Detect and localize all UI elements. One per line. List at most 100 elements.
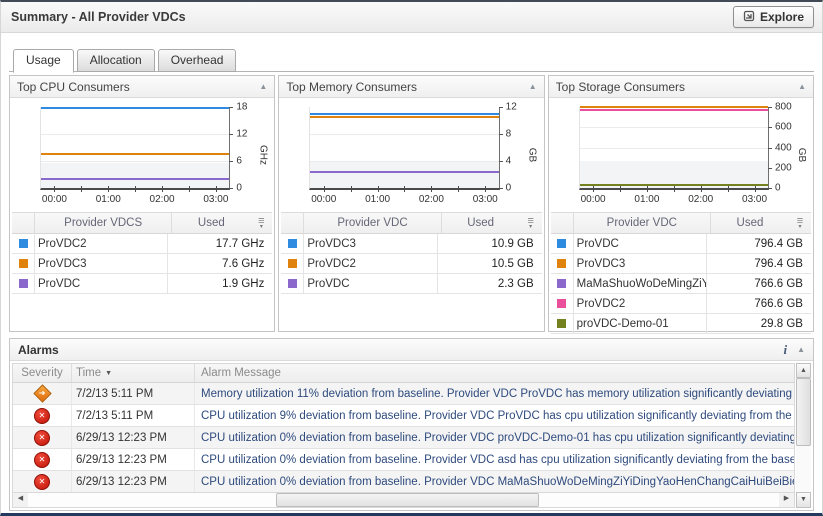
fatal-severity-icon: ✕ <box>34 430 50 446</box>
alarms-table-header: Severity Time▼ Alarm Message <box>13 364 794 383</box>
used-value: 1.9 GHz <box>167 274 272 293</box>
series-color-swatch <box>19 279 28 288</box>
tab-bar: UsageAllocationOverhead <box>9 48 814 72</box>
x-axis-label: 01:00 <box>96 194 121 205</box>
severity-cell: ✕ <box>13 408 71 424</box>
severity-cell: ➜ <box>13 387 71 400</box>
table-row-provdc2[interactable]: ProVDC2766.6 GB <box>551 294 811 314</box>
collapse-arrow-icon[interactable]: ▲ <box>798 83 806 91</box>
alarms-panel: Alarms i ▲ Severity Time▼ Alarm Message … <box>9 338 814 511</box>
scroll-down-icon[interactable]: ▼ <box>796 492 811 508</box>
x-axis-label: 03:00 <box>742 194 767 205</box>
used-column-header[interactable]: Used <box>441 213 520 233</box>
collapse-arrow-icon[interactable]: ▲ <box>797 346 805 354</box>
provider-vdc-column-header[interactable]: Provider VDCS <box>34 213 171 233</box>
scroll-left-icon[interactable]: ◀ <box>13 493 28 507</box>
x-axis-tick <box>378 186 379 192</box>
series-color-swatch <box>557 319 566 328</box>
info-icon[interactable]: i <box>783 343 787 356</box>
horizontal-scroll-thumb[interactable] <box>276 493 539 507</box>
x-axis-label: 01:00 <box>365 194 390 205</box>
x-axis-tick <box>674 186 675 192</box>
y-axis-tick <box>229 134 233 135</box>
scroll-up-icon[interactable]: ▲ <box>796 363 811 378</box>
used-value: 17.7 GHz <box>167 234 272 253</box>
table-customizer-icon[interactable]: ≡▾ <box>789 218 811 229</box>
vertical-scroll-track[interactable] <box>796 378 811 492</box>
table-row-provdc2[interactable]: ProVDC217.7 GHz <box>12 234 272 254</box>
fatal-severity-icon: ✕ <box>34 474 50 490</box>
fatal-severity-icon: ✕ <box>34 408 50 424</box>
table-row-provdc[interactable]: ProVDC1.9 GHz <box>12 274 272 294</box>
content-area: UsageAllocationOverhead Top CPU Consumer… <box>1 33 822 511</box>
horizontal-scroll-track[interactable] <box>28 493 779 507</box>
series-color-cell <box>551 279 573 288</box>
alarm-message-column-header[interactable]: Alarm Message <box>194 364 794 382</box>
x-axis-tick <box>162 186 163 192</box>
table-row-provdc[interactable]: ProVDC2.3 GB <box>281 274 541 294</box>
alarms-horizontal-scrollbar[interactable]: ◀ ▶ <box>12 492 795 508</box>
collapse-arrow-icon[interactable]: ▲ <box>529 83 537 91</box>
alarm-row[interactable]: ✕6/29/13 12:23 PMCPU utilization 0% devi… <box>13 471 794 493</box>
alarm-time: 6/29/13 12:23 PM <box>71 449 194 470</box>
gridline <box>310 134 498 135</box>
provider-vdc-name: MaMaShuoWoDeMingZiYi... <box>573 274 706 293</box>
provider-vdc-name: ProVDC3 <box>303 234 436 253</box>
x-axis-tick <box>431 186 432 192</box>
scroll-right-icon[interactable]: ▶ <box>779 493 794 507</box>
table-row-mamashuowodemingziyi[interactable]: MaMaShuoWoDeMingZiYi...766.6 GB <box>551 274 811 294</box>
alarms-vertical-scrollbar[interactable]: ▲ <box>796 363 811 492</box>
x-axis-label: 02:00 <box>150 194 175 205</box>
chart-plot-area: 020040060080000:0001:0002:0003:00 <box>579 107 769 190</box>
tab-usage[interactable]: Usage <box>13 49 74 73</box>
x-axis-tick <box>108 186 109 192</box>
y-axis-label: 200 <box>775 162 792 173</box>
alarm-row[interactable]: ✕7/2/13 5:11 PMCPU utilization 9% deviat… <box>13 405 794 427</box>
tab-allocation[interactable]: Allocation <box>77 49 155 72</box>
used-column-header[interactable]: Used <box>710 213 789 233</box>
alarm-row[interactable]: ✕6/29/13 12:23 PMCPU utilization 0% devi… <box>13 427 794 449</box>
x-axis-label: 00:00 <box>311 194 336 205</box>
provider-vdc-column-header[interactable]: Provider VDC <box>573 213 710 233</box>
used-column-header[interactable]: Used <box>171 213 250 233</box>
series-line-provdc2 <box>41 107 229 109</box>
sort-descending-icon: ▼ <box>105 370 112 377</box>
provider-vdc-name: ProVDC2 <box>303 254 436 273</box>
explore-button[interactable]: Explore <box>733 6 814 28</box>
time-column-header[interactable]: Time▼ <box>71 364 194 382</box>
alarm-row[interactable]: ✕6/29/13 12:23 PMCPU utilization 0% devi… <box>13 449 794 471</box>
consumer-table-header: Provider VDCUsed≡▾ <box>551 213 811 234</box>
tab-overhead[interactable]: Overhead <box>158 49 237 72</box>
series-color-cell <box>551 299 573 308</box>
provider-vdc-column-header[interactable]: Provider VDC <box>303 213 440 233</box>
severity-cell: ✕ <box>13 430 71 446</box>
x-axis-tick <box>189 186 190 192</box>
collapse-arrow-icon[interactable]: ▲ <box>259 83 267 91</box>
series-line-provdc3 <box>580 106 768 108</box>
y-axis-label: 0 <box>236 183 242 194</box>
severity-column-header[interactable]: Severity <box>13 367 71 379</box>
top-memory-consumers-chart: 0481200:0001:0002:0003:00GB <box>279 98 543 211</box>
vertical-scroll-thumb[interactable] <box>796 378 811 446</box>
series-line-provdc <box>41 178 229 180</box>
alarm-row[interactable]: ➜7/2/13 5:11 PMMemory utilization 11% de… <box>13 383 794 405</box>
baseline-band <box>41 163 229 188</box>
table-customizer-icon[interactable]: ≡▾ <box>250 218 272 229</box>
alarm-message: CPU utilization 0% deviation from baseli… <box>194 471 794 492</box>
table-row-provdc3[interactable]: ProVDC37.6 GHz <box>12 254 272 274</box>
used-value: 2.3 GB <box>437 274 542 293</box>
table-row-provdc-demo-01[interactable]: proVDC-Demo-0129.8 GB <box>551 314 811 334</box>
y-axis-tick <box>768 168 772 169</box>
table-row-provdc3[interactable]: ProVDC310.9 GB <box>281 234 541 254</box>
x-axis-tick <box>135 186 136 192</box>
table-row-provdc[interactable]: ProVDC796.4 GB <box>551 234 811 254</box>
table-row-provdc3[interactable]: ProVDC3796.4 GB <box>551 254 811 274</box>
x-axis-tick <box>755 186 756 192</box>
table-customizer-icon[interactable]: ≡▾ <box>520 218 542 229</box>
table-row-provdc2[interactable]: ProVDC210.5 GB <box>281 254 541 274</box>
provider-vdc-name: ProVDC <box>573 234 706 253</box>
y-axis-label: 4 <box>506 156 512 167</box>
x-axis-tick <box>216 186 217 192</box>
alarm-time: 7/2/13 5:11 PM <box>71 405 194 426</box>
panel-header-top-memory-consumers: Top Memory Consumers▲ <box>279 76 543 98</box>
